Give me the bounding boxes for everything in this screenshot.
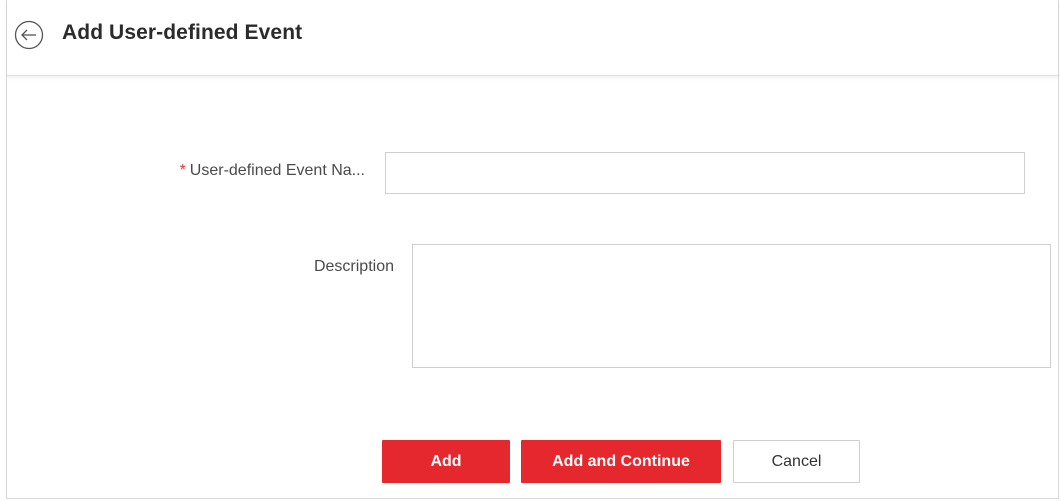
add-button[interactable]: Add bbox=[382, 440, 510, 483]
description-label: Description bbox=[313, 258, 394, 275]
event-name-label-text: User-defined Event Na... bbox=[189, 162, 365, 179]
event-name-input[interactable] bbox=[385, 152, 1025, 194]
required-marker: * bbox=[179, 162, 186, 179]
page-header: Add User-defined Event bbox=[7, 0, 1058, 76]
add-event-panel: Add User-defined Event * User-defined Eve… bbox=[6, 0, 1059, 499]
page-title: Add User-defined Event bbox=[62, 21, 303, 44]
event-name-label: * User-defined Event Na... bbox=[180, 162, 365, 180]
cancel-button[interactable]: Cancel bbox=[733, 440, 860, 483]
description-textarea[interactable] bbox=[412, 244, 1051, 368]
add-and-continue-button[interactable]: Add and Continue bbox=[521, 440, 721, 483]
arrow-left-circle-icon bbox=[14, 20, 44, 50]
back-button[interactable] bbox=[14, 20, 44, 50]
